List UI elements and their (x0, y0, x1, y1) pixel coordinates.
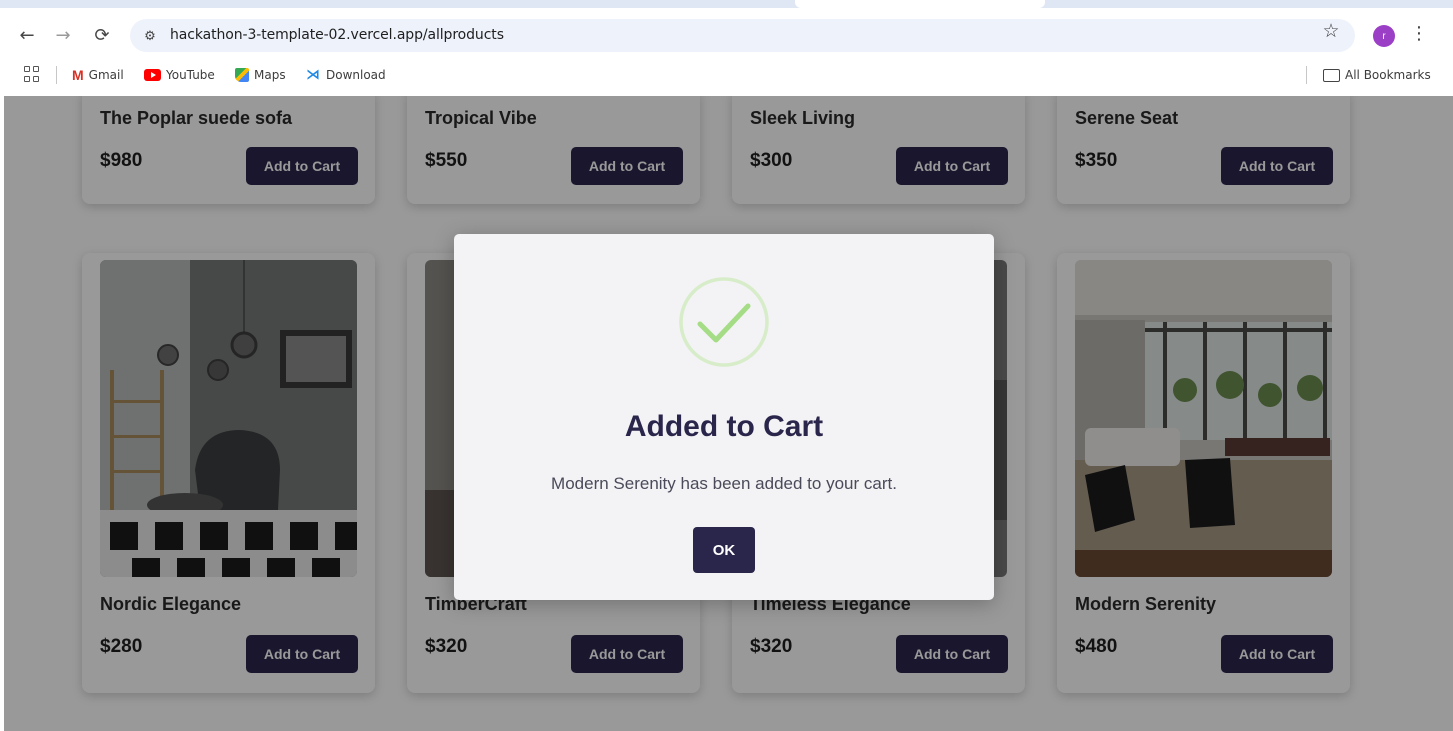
youtube-icon (144, 69, 161, 81)
tab-strip (0, 0, 1453, 8)
ok-button[interactable]: OK (693, 527, 755, 573)
bookmark-gmail[interactable]: M Gmail (72, 65, 124, 85)
forward-arrow-icon[interactable]: → (50, 22, 76, 48)
browser-toolbar: ← → ⟳ ⚙ hackathon-3-template-02.vercel.a… (0, 14, 1453, 58)
bookmark-label: Maps (254, 68, 286, 82)
maps-icon (235, 68, 249, 82)
vscode-icon: ⋊ (306, 67, 320, 83)
bookmarks-bar: M Gmail YouTube Maps ⋊ Download All Book… (0, 62, 1453, 88)
menu-kebab-icon[interactable]: ⋮ (1410, 22, 1428, 44)
folder-icon (1323, 68, 1340, 82)
browser-chrome: ← → ⟳ ⚙ hackathon-3-template-02.vercel.a… (0, 0, 1453, 96)
profile-avatar[interactable]: r (1373, 25, 1395, 47)
active-tab[interactable] (795, 0, 1045, 8)
gmail-icon: M (72, 67, 84, 83)
reload-icon[interactable]: ⟳ (89, 22, 115, 48)
bookmark-label: Download (326, 68, 386, 82)
back-arrow-icon[interactable]: ← (14, 22, 40, 48)
dialog-message: Modern Serenity has been added to your c… (551, 474, 897, 493)
dialog-title: Added to Cart (624, 410, 824, 443)
all-bookmarks-label: All Bookmarks (1345, 68, 1431, 82)
bookmark-maps[interactable]: Maps (235, 65, 286, 85)
bookmark-separator (1306, 66, 1307, 84)
address-bar[interactable]: ⚙ hackathon-3-template-02.vercel.app/all… (130, 19, 1355, 52)
site-info-icon[interactable]: ⚙ (138, 24, 162, 48)
bookmark-star-icon[interactable]: ☆ (1320, 20, 1342, 42)
success-check-icon (678, 276, 770, 368)
bookmark-label: YouTube (166, 68, 215, 82)
bookmark-separator (56, 66, 57, 84)
url-text[interactable]: hackathon-3-template-02.vercel.app/allpr… (170, 27, 504, 43)
bookmark-youtube[interactable]: YouTube (144, 65, 215, 85)
bookmark-download[interactable]: ⋊ Download (305, 65, 386, 85)
all-bookmarks[interactable]: All Bookmarks (1323, 65, 1431, 85)
added-to-cart-dialog: Added to Cart Modern Serenity has been a… (454, 234, 994, 600)
bookmark-label: Gmail (88, 68, 124, 82)
apps-grid-icon[interactable] (24, 66, 40, 82)
